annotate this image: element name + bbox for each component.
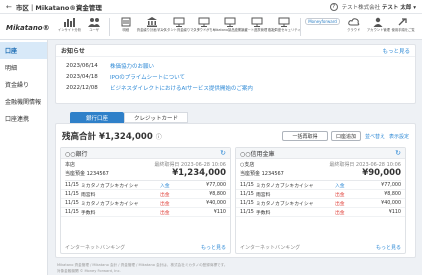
toolbar-divider [109,18,110,36]
sidebar-item-institutions[interactable]: 金融機関情報 [0,93,47,110]
transaction-row: 11/15 ミカタノカブシキカイシャ 入金 ¥77,000 [61,181,230,190]
transaction-row: 11/15 ミカタノカブシキカイシャ 入金 ¥77,000 [236,181,405,190]
toolbar-users[interactable]: ユーザ [82,16,106,32]
user-menu[interactable]: テスト株式会社 テスト 太郎 ▾ [342,3,416,11]
user-name[interactable]: テスト 太郎 ▾ [382,5,416,11]
transaction-row: 11/15 雨宮料 出金 ¥8,800 [236,190,405,199]
account-name[interactable]: ○○信用金庫 [240,149,274,158]
notice-date: 2022/12/08 [66,84,98,91]
footer: Mikatano 資金管理 / Mikatano 会計 / 資金管理 / Mik… [55,262,416,274]
monitor-icon [251,16,263,27]
refresh-all-button[interactable]: 一括再取得 [281,131,328,141]
toolbar-manual[interactable]: 使用手順をご覧 [391,16,415,32]
monitor-icon [278,16,290,27]
moneyforward-badge[interactable]: Moneyforward [305,18,340,25]
sidebar-item-statements[interactable]: 明細 [0,59,47,76]
account-card-credit-union: ○○信用金庫 ↻ ○支店 最終取得日 2023-06-28 10:06 当座預金… [235,147,406,254]
footer-line: 対象金融機関 © Money Forward, Inc. [57,269,121,273]
users-icon [88,16,101,27]
account-name[interactable]: ○○銀行 [65,149,87,158]
toolbar-insight[interactable]: インサイト分析 [58,16,82,32]
account-balance: ¥90,000 [362,168,401,178]
last-updated: 最終取得日 2023-06-28 10:06 [329,162,401,168]
account-more-link[interactable]: もっと見る [201,244,226,251]
account-branch: 本店 [65,162,76,168]
internet-banking-label: インターネットバンキング [240,245,301,251]
toolbar-statements[interactable]: 明細 [114,16,138,32]
toolbar-security[interactable]: 自社口座セキュリティ [268,16,301,32]
company-name: テスト株式会社 [341,4,381,11]
transaction-row: 11/15 手数料 出金 ¥110 [61,208,230,217]
notice-link[interactable]: IPOのプライムシートについて [110,73,185,81]
sort-link[interactable]: 並べ替え [365,133,385,140]
sidebar-item-cashflow[interactable]: 資金繰り [0,76,47,93]
link-icon [397,16,409,27]
toolbar-instant-cashflow[interactable]: インスタント資金繰りマスタ [157,16,200,32]
accounts-card: 残高合計 ¥1,324,000 ⓘ 一括再取得 口座追加 並べ替え 表示設定 ○○… [55,123,416,258]
tab-credit-cards[interactable]: クレジットカード [124,112,188,123]
notice-date: 2023/06/14 [66,62,98,69]
notice-item[interactable]: 2022/12/08 ビジネスダイレクトにおけるAIサービス提供開始のご案内 [56,82,415,93]
pc-icon [198,16,210,27]
main-content: お知らせ もっと見る 2023/06/14 株価協力のお願い 2023/04/1… [48,40,422,275]
person-icon [372,16,384,27]
tab-bank-accounts[interactable]: 銀行口座 [70,112,124,123]
back-icon[interactable]: ← [6,3,12,11]
account-number: 当座預金 1234567 [240,170,284,177]
notice-link[interactable]: ビジネスダイレクトにおけるAIサービス提供開始のご案内 [110,84,253,92]
toolbar-divider [300,18,302,36]
toolbar-account-admin[interactable]: アカウント管理 [367,16,391,32]
notice-panel: お知らせ もっと見る 2023/06/14 株価協力のお願い 2023/04/1… [55,44,416,104]
info-icon[interactable]: ⓘ [156,134,162,141]
window-title: 市区｜Mikatano®資金管理 [15,3,102,12]
transaction-row: 11/15 手数料 出金 ¥110 [236,208,405,217]
help-icon[interactable]: ? [329,2,338,11]
notice-item[interactable]: 2023/06/14 株価協力のお願い [56,60,415,71]
monitor-icon [173,16,185,27]
monitor-icon [224,16,236,27]
sidebar-item-accounts[interactable]: 口座 [0,42,47,59]
notice-date: 2023/04/18 [66,73,98,80]
toolbar-import-master[interactable]: インポート連携管理マスタ [238,16,277,32]
refresh-icon[interactable]: ↻ [395,149,401,157]
chart-icon [63,16,76,27]
add-account-button[interactable]: 口座追加 [330,131,361,141]
account-branch: ○支店 [240,162,255,168]
sidebar: 口座 明細 資金繰り 金融機関情報 口座連携 [0,40,48,275]
transaction-row: 11/15 ミカタノカブシキカイシャ 出金 ¥40,000 [236,199,405,208]
transaction-row: 11/15 雨宮料 出金 ¥8,800 [61,190,230,199]
toolbar: Mikatano® インサイト分析 ユーザ 明細 資金繰り計画マスタ インスタン… [0,14,422,40]
account-balance: ¥1,234,000 [172,168,226,178]
top-bar: ← 市区｜Mikatano®資金管理 ? テスト株式会社 テスト 太郎 ▾ [0,0,422,14]
display-settings-link[interactable]: 表示設定 [389,133,409,140]
bank-icon [146,16,158,27]
notice-item[interactable]: 2023/04/18 IPOのプライムシートについて [56,71,415,82]
document-icon [121,16,131,27]
notice-title: お知らせ [61,48,85,55]
toolbar-cloud-service[interactable]: クラウド [342,16,366,32]
refresh-icon[interactable]: ↻ [220,149,226,157]
account-number: 当座預金 1234567 [65,170,109,177]
balance-total: 残高合計 ¥1,324,000 ⓘ [62,132,162,142]
account-card-bank: ○○銀行 ↻ 本店 最終取得日 2023-06-28 10:06 当座預金 12… [60,147,231,254]
internet-banking-label: インターネットバンキング [65,245,126,251]
last-updated: 最終取得日 2023-06-28 10:06 [154,162,226,168]
transaction-row: 11/15 ミカタノカブシキカイシャ 出金 ¥40,000 [61,199,230,208]
account-more-link[interactable]: もっと見る [376,244,401,251]
account-tabs: 銀行口座 クレジットカード [70,112,416,123]
sidebar-item-account-link[interactable]: 口座連携 [0,110,47,127]
cloud-icon [347,16,360,27]
notice-link[interactable]: 株価協力のお願い [110,62,154,70]
notice-more-link[interactable]: もっと見る [382,47,410,55]
brand-logo: Mikatano® [6,24,50,32]
